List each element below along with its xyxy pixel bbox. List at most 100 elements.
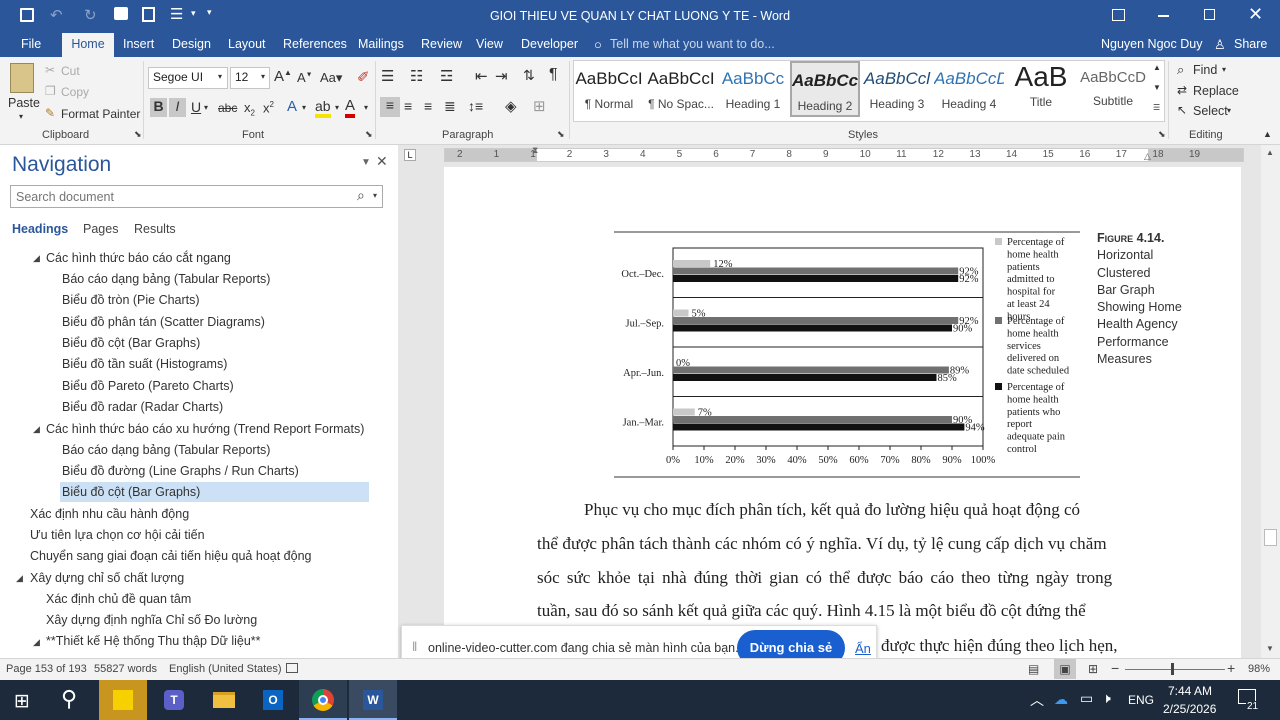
collapse-ribbon-icon[interactable]: ▲ bbox=[1263, 129, 1272, 139]
numbering-icon[interactable]: ☷ bbox=[410, 67, 423, 85]
gallery-more-icon[interactable]: ☰ bbox=[1153, 103, 1160, 112]
read-mode-icon[interactable]: ▤ bbox=[1028, 662, 1039, 676]
collapse-triangle-icon[interactable]: ◢ bbox=[33, 637, 40, 648]
chevron-down-icon[interactable]: ▾ bbox=[373, 191, 377, 200]
tab-pages[interactable]: Pages bbox=[83, 222, 118, 236]
language[interactable]: English (United States) bbox=[169, 663, 282, 675]
tab-layout[interactable]: Layout bbox=[228, 37, 266, 51]
paste-button[interactable]: Paste bbox=[8, 96, 40, 110]
shrink-font-icon[interactable]: A▼ bbox=[297, 70, 313, 85]
nav-heading-item[interactable]: Biểu đồ tần suất (Histograms) bbox=[62, 357, 227, 371]
tab-developer[interactable]: Developer bbox=[521, 37, 578, 51]
paste-icon[interactable] bbox=[10, 63, 34, 93]
nav-heading-item[interactable]: Các hình thức báo cáo xu hướng (Trend Re… bbox=[46, 422, 364, 436]
style-no-spacing[interactable]: AaBbCcI ¶ No Spac... bbox=[646, 61, 716, 117]
font-color-icon[interactable]: A bbox=[345, 97, 356, 118]
nav-heading-item[interactable]: Các hình thức báo cáo cắt ngang bbox=[46, 251, 231, 265]
dialog-launcher-icon[interactable]: ⬊ bbox=[134, 129, 142, 140]
nav-heading-item-selected[interactable]: Biểu đồ cột (Bar Graphs) bbox=[62, 485, 200, 499]
chevron-down-icon[interactable]: ▾ bbox=[1227, 106, 1231, 115]
italic-button[interactable]: I bbox=[169, 98, 186, 117]
format-painter-button[interactable]: Format Painter bbox=[61, 107, 140, 121]
strikethrough-icon[interactable]: abc bbox=[218, 101, 237, 115]
line-spacing-icon[interactable]: ↕≡ bbox=[468, 98, 483, 114]
dialog-launcher-icon[interactable]: ⬊ bbox=[557, 129, 565, 140]
tab-view[interactable]: View bbox=[476, 37, 503, 51]
nav-heading-item[interactable]: Xác định chủ đề quan tâm bbox=[46, 592, 191, 606]
collapse-triangle-icon[interactable]: ◢ bbox=[33, 424, 40, 435]
document-page[interactable]: Oct.–Dec. 12% 92% 92% Jul.–Sep. 5% 92% 90% Apr.–… bbox=[444, 167, 1241, 658]
nav-heading-item[interactable]: Xây dựng định nghĩa Chỉ số Đo lường bbox=[46, 613, 257, 627]
close-icon[interactable]: ✕ bbox=[1248, 4, 1263, 25]
nav-heading-item[interactable]: Biểu đồ cột (Bar Graphs) bbox=[62, 336, 200, 350]
pane-options-icon[interactable]: ▼ bbox=[361, 157, 371, 168]
tab-headings[interactable]: Headings bbox=[12, 222, 68, 236]
outlook-icon[interactable]: O bbox=[249, 680, 297, 720]
chevron-down-icon[interactable]: ▾ bbox=[19, 112, 23, 121]
macro-record-icon[interactable] bbox=[286, 663, 298, 673]
volume-icon[interactable]: 🕨 bbox=[1102, 690, 1111, 707]
style-heading-4[interactable]: AaBbCcD Heading 4 bbox=[934, 61, 1004, 117]
align-right-icon[interactable]: ≡ bbox=[424, 98, 432, 114]
redo-icon[interactable]: ↻ bbox=[84, 6, 97, 24]
scroll-up-icon[interactable]: ▲ bbox=[1266, 148, 1274, 157]
chevron-down-icon[interactable]: ▾ bbox=[261, 72, 265, 81]
nav-heading-item[interactable]: Xác định nhu cầu hành động bbox=[30, 507, 189, 521]
style-heading-2[interactable]: AaBbCcl Heading 2 bbox=[790, 61, 860, 117]
grow-font-icon[interactable]: A▲ bbox=[274, 68, 292, 85]
search-input[interactable] bbox=[10, 185, 383, 208]
print-layout-icon[interactable]: ▣ bbox=[1054, 659, 1076, 679]
bullets-icon[interactable]: ☰ bbox=[381, 67, 394, 85]
nav-heading-item[interactable]: Ưu tiên lựa chọn cơ hội cải tiến bbox=[30, 528, 205, 542]
chrome-icon[interactable] bbox=[299, 680, 347, 720]
dialog-launcher-icon[interactable]: ⬊ bbox=[365, 129, 373, 140]
input-language[interactable]: ENG bbox=[1128, 693, 1154, 707]
vertical-scrollbar[interactable]: ▲ ▼ bbox=[1261, 145, 1280, 658]
print-preview-icon[interactable] bbox=[142, 7, 155, 22]
chevron-down-icon[interactable]: ▾ bbox=[191, 8, 196, 19]
shading-icon[interactable]: ◈ bbox=[505, 97, 517, 115]
nav-heading-item[interactable]: Biểu đồ đường (Line Graphs / Run Charts) bbox=[62, 464, 299, 478]
restore-icon[interactable] bbox=[1204, 9, 1215, 20]
bold-button[interactable]: B bbox=[150, 98, 167, 117]
sticky-notes-icon[interactable] bbox=[99, 680, 147, 720]
clock-date[interactable]: 2/25/2026 bbox=[1163, 702, 1216, 716]
find-button[interactable]: Find bbox=[1193, 63, 1217, 77]
tab-insert[interactable]: Insert bbox=[123, 37, 154, 51]
style-subtitle[interactable]: AaBbCcD Subtitle bbox=[1078, 61, 1148, 117]
search-icon[interactable]: ⚲ bbox=[61, 686, 77, 712]
decrease-indent-icon[interactable]: ⇤ bbox=[475, 67, 488, 85]
nav-heading-item[interactable]: Xây dựng chỉ số chất lượng bbox=[30, 571, 184, 585]
right-indent-marker-icon[interactable]: △ bbox=[1144, 151, 1151, 162]
superscript-icon[interactable]: x2 bbox=[263, 100, 274, 115]
customize-qat-icon[interactable]: ▾ bbox=[207, 7, 212, 18]
tell-me-box[interactable]: Tell me what you want to do... bbox=[610, 37, 775, 51]
scroll-thumb[interactable] bbox=[1264, 529, 1277, 546]
hide-link[interactable]: Ẩn bbox=[855, 641, 871, 656]
nav-heading-item[interactable]: Biểu đồ tròn (Pie Charts) bbox=[62, 293, 200, 307]
network-icon[interactable]: ▭ bbox=[1080, 690, 1093, 707]
dialog-launcher-icon[interactable]: ⬊ bbox=[1158, 129, 1166, 140]
subscript-icon[interactable]: x2 bbox=[244, 100, 255, 118]
zoom-slider-thumb[interactable] bbox=[1171, 663, 1174, 675]
save-icon[interactable] bbox=[20, 8, 34, 22]
tab-design[interactable]: Design bbox=[172, 37, 211, 51]
select-button[interactable]: Select bbox=[1193, 104, 1228, 118]
word-icon[interactable]: W bbox=[349, 680, 397, 720]
cut-button[interactable]: Cut bbox=[61, 64, 80, 78]
gallery-up-icon[interactable]: ▲ bbox=[1153, 63, 1161, 72]
style-heading-1[interactable]: AaBbCc Heading 1 bbox=[718, 61, 788, 117]
font-name-field[interactable]: Segoe UI bbox=[148, 67, 228, 89]
copy-button[interactable]: Copy bbox=[61, 85, 89, 99]
chevron-down-icon[interactable]: ▾ bbox=[364, 103, 368, 112]
chevron-down-icon[interactable]: ▾ bbox=[1222, 65, 1226, 74]
touch-mode-icon[interactable] bbox=[114, 7, 128, 20]
user-name[interactable]: Nguyen Ngoc Duy bbox=[1101, 37, 1202, 51]
zoom-level[interactable]: 98% bbox=[1248, 663, 1270, 675]
zoom-in-icon[interactable]: + bbox=[1227, 660, 1235, 676]
style-normal[interactable]: AaBbCcI ¶ Normal bbox=[574, 61, 644, 117]
web-layout-icon[interactable]: ⊞ bbox=[1088, 662, 1098, 676]
align-left-icon[interactable]: ≡ bbox=[380, 97, 400, 117]
tab-selector-icon[interactable]: L bbox=[404, 149, 416, 161]
nav-heading-item[interactable]: Biểu đồ Pareto (Pareto Charts) bbox=[62, 379, 234, 393]
